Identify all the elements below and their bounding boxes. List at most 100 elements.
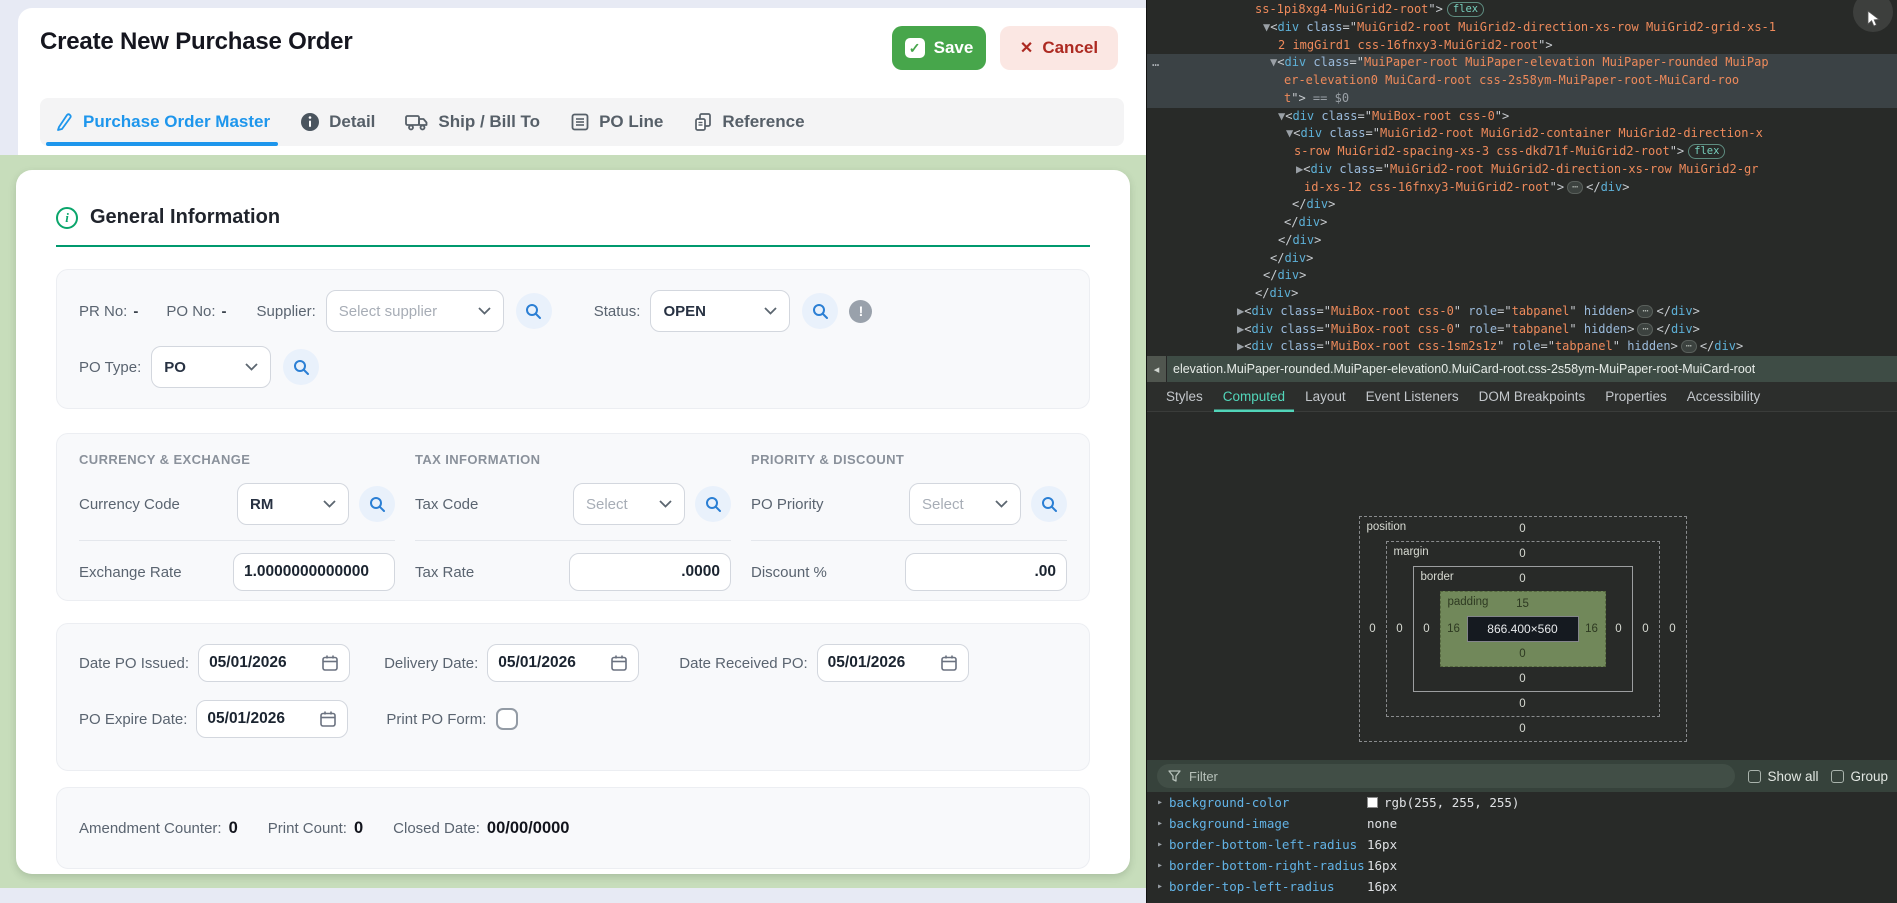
devtools-tab-layout[interactable]: Layout	[1296, 382, 1355, 412]
devtools-tab-accessibility[interactable]: Accessibility	[1678, 382, 1770, 412]
print-count-label: Print Count:	[268, 820, 347, 837]
dom-tree-line[interactable]: ▶<div class="MuiGrid2-root MuiGrid2-dire…	[1147, 161, 1897, 179]
show-all-toggle[interactable]: Show all	[1748, 769, 1818, 784]
supplier-select[interactable]: Select supplier	[326, 290, 504, 332]
dom-tree-line[interactable]: </div>	[1147, 267, 1897, 285]
currency-code-select[interactable]: RM	[237, 483, 349, 525]
dom-tree-line[interactable]: </div>	[1147, 232, 1897, 250]
group-checkbox[interactable]	[1831, 770, 1844, 783]
expand-ellipsis-badge[interactable]: ⋯	[1637, 323, 1653, 336]
devtools-tab-event-listeners[interactable]: Event Listeners	[1357, 382, 1468, 412]
po-type-search-button[interactable]	[283, 349, 319, 385]
expand-arrow-icon[interactable]: ▸	[1157, 797, 1169, 808]
truck-icon	[405, 112, 429, 132]
status-select[interactable]: OPEN	[650, 290, 790, 332]
devtools-tab-computed[interactable]: Computed	[1214, 382, 1294, 412]
devtools-tab-styles[interactable]: Styles	[1157, 382, 1212, 412]
calendar-icon	[610, 654, 628, 672]
computed-property-value: rgb(255, 255, 255)	[1367, 795, 1519, 810]
tab-po-line[interactable]: PO Line	[570, 98, 663, 146]
tax-code-select[interactable]: Select	[573, 483, 685, 525]
dom-tree-line[interactable]: </div>	[1147, 214, 1897, 232]
delivery-date-input[interactable]: 05/01/2026	[487, 644, 639, 682]
flex-badge[interactable]: flex	[1688, 144, 1725, 159]
dom-tree-line[interactable]: 2 imgGird1 css-16fnxy3-MuiGrid2-root">	[1147, 37, 1897, 55]
expand-ellipsis-badge[interactable]: ⋯	[1637, 305, 1653, 318]
tax-rate-input[interactable]: .0000	[569, 553, 731, 591]
priority-column: PRIORITY & DISCOUNT PO Priority Select	[751, 452, 1067, 600]
dom-tree-line[interactable]: </div>	[1147, 250, 1897, 268]
position-top-value: 0	[1519, 523, 1525, 535]
tab-purchase-order-master[interactable]: Purchase Order Master	[54, 98, 270, 146]
expand-arrow-icon[interactable]: ▸	[1157, 839, 1169, 850]
dom-tree-line[interactable]: ss-1pi8xg4-MuiGrid2-root">flex	[1147, 1, 1897, 19]
dom-tree-line[interactable]: ▼<div class="MuiGrid2-root MuiGrid2-dire…	[1147, 19, 1897, 37]
form-tabs: Purchase Order Master Detail Ship / Bill…	[40, 98, 1124, 146]
exchange-rate-input[interactable]: 1.0000000000000	[233, 553, 395, 591]
box-model-position-layer[interactable]: position0 0 margin0 0 border0 0	[1359, 516, 1687, 742]
dom-tree-line[interactable]: …▼<div class="MuiPaper-root MuiPaper-ele…	[1147, 54, 1897, 72]
currency-search-button[interactable]	[359, 486, 395, 522]
computed-property-row[interactable]: ▸background-imagenone	[1147, 813, 1897, 834]
tab-ship-bill-to[interactable]: Ship / Bill To	[405, 98, 540, 146]
tab-detail[interactable]: Detail	[300, 98, 375, 146]
devtools-tab-dom-breakpoints[interactable]: DOM Breakpoints	[1470, 382, 1595, 412]
discount-input[interactable]: .00	[905, 553, 1067, 591]
expand-arrow-icon[interactable]: ▸	[1157, 881, 1169, 892]
tax-code-search-button[interactable]	[695, 486, 731, 522]
date-po-issued-input[interactable]: 05/01/2026	[198, 644, 350, 682]
border-bottom-value: 0	[1519, 673, 1525, 685]
computed-property-row[interactable]: ▸background-colorrgb(255, 255, 255)	[1147, 792, 1897, 813]
devtools-tab-properties[interactable]: Properties	[1596, 382, 1676, 412]
po-expire-date-input[interactable]: 05/01/2026	[196, 700, 348, 738]
dom-tree-line[interactable]: t"> == $0	[1147, 90, 1897, 108]
status-search-button[interactable]	[802, 293, 838, 329]
computed-property-row[interactable]: ▸border-bottom-left-radius16px	[1147, 834, 1897, 855]
print-po-form-label: Print PO Form:	[386, 711, 486, 728]
dom-tree-line[interactable]: </div>	[1147, 196, 1897, 214]
dom-tree-line[interactable]: id-xs-12 css-16fnxy3-MuiGrid2-root">⋯</d…	[1147, 179, 1897, 197]
dom-tree-line[interactable]: ▶<div class="MuiBox-root css-1sm2s1z" ro…	[1147, 338, 1897, 356]
filter-input[interactable]: Filter	[1157, 764, 1735, 788]
po-type-select[interactable]: PO	[151, 346, 271, 388]
info-circle-icon	[300, 112, 320, 132]
save-button[interactable]: ✓ Save	[892, 26, 986, 70]
box-model-margin-layer[interactable]: margin0 0 border0 0 padding15	[1386, 541, 1660, 717]
tax-header: TAX INFORMATION	[415, 452, 731, 467]
dom-tree-line[interactable]: ▼<div class="MuiGrid2-root MuiGrid2-cont…	[1147, 125, 1897, 143]
dom-tree-line[interactable]: ▶<div class="MuiBox-root css-0" role="ta…	[1147, 321, 1897, 339]
date-received-po-input[interactable]: 05/01/2026	[817, 644, 969, 682]
expand-arrow-icon[interactable]: ▸	[1157, 818, 1169, 829]
dom-tree-line[interactable]: ▶<div class="MuiBox-root css-0" role="ta…	[1147, 303, 1897, 321]
border-right-value: 0	[1606, 623, 1632, 635]
elements-dom-tree: ss-1pi8xg4-MuiGrid2-root">flex▼<div clas…	[1147, 0, 1897, 356]
box-model-border-layer[interactable]: border0 0 padding15 16 866.400×560 16	[1413, 566, 1633, 692]
flex-badge[interactable]: flex	[1447, 2, 1484, 17]
expand-ellipsis-badge[interactable]: ⋯	[1567, 181, 1583, 194]
border-left-value: 0	[1414, 623, 1440, 635]
show-all-checkbox[interactable]	[1748, 770, 1761, 783]
po-priority-search-button[interactable]	[1031, 486, 1067, 522]
chevron-down-icon	[764, 307, 777, 315]
computed-property-row[interactable]: ▸border-top-left-radius16px	[1147, 876, 1897, 897]
priority-header: PRIORITY & DISCOUNT	[751, 452, 1067, 467]
print-po-form-checkbox[interactable]	[496, 708, 518, 730]
cancel-button[interactable]: ✕ Cancel	[1000, 26, 1118, 70]
expand-arrow-icon[interactable]: ▸	[1157, 860, 1169, 871]
dom-tree-line[interactable]: s-row MuiGrid2-spacing-xs-3 css-dkd71f-M…	[1147, 143, 1897, 161]
dom-tree-line[interactable]: ▼<div class="MuiBox-root css-0">	[1147, 108, 1897, 126]
box-model-content-size[interactable]: 866.400×560	[1467, 616, 1579, 642]
currency-code-label: Currency Code	[79, 496, 237, 513]
breadcrumb-scroll-left-button[interactable]: ◂	[1147, 356, 1167, 382]
computed-property-row[interactable]: ▸border-bottom-right-radius16px	[1147, 855, 1897, 876]
dom-tree-line[interactable]: </div>	[1147, 285, 1897, 303]
supplier-search-button[interactable]	[516, 293, 552, 329]
expand-ellipsis-badge[interactable]: ⋯	[1681, 340, 1697, 353]
box-model-padding-layer[interactable]: padding15 16 866.400×560 16 0	[1440, 591, 1606, 667]
dom-tree-line[interactable]: er-elevation0 MuiCard-root css-2s58ym-Mu…	[1147, 72, 1897, 90]
breadcrumb-selected-node[interactable]: elevation.MuiPaper-rounded.MuiPaper-elev…	[1167, 362, 1755, 376]
dom-node-overflow-dots[interactable]: …	[1152, 54, 1160, 72]
tab-reference[interactable]: Reference	[693, 98, 804, 146]
po-priority-select[interactable]: Select	[909, 483, 1021, 525]
group-toggle[interactable]: Group	[1831, 769, 1888, 784]
